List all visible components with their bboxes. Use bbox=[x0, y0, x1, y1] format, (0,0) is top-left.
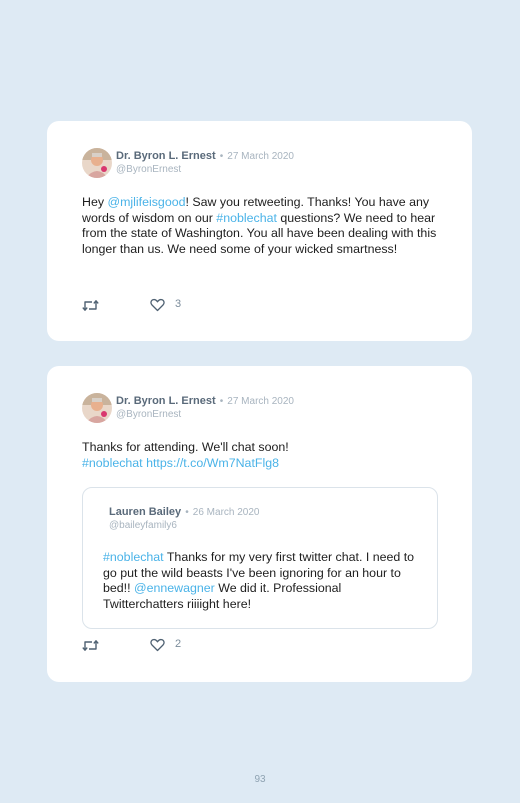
hashtag-link[interactable]: #noblechat bbox=[103, 550, 164, 564]
retweet-icon[interactable] bbox=[82, 298, 99, 318]
author-handle[interactable]: @ByronErnest bbox=[116, 164, 181, 175]
url-link[interactable]: https://t.co/Wm7NatFlg8 bbox=[146, 456, 279, 470]
author-handle[interactable]: @ByronErnest bbox=[116, 409, 181, 420]
tweet-date[interactable]: 27 March 2020 bbox=[227, 396, 294, 407]
author-name[interactable]: Dr. Byron L. Ernest bbox=[116, 150, 216, 162]
tweet-card: Dr. Byron L. Ernest • 27 March 2020 @Byr… bbox=[47, 121, 472, 341]
quoted-author-handle[interactable]: @baileyfamily6 bbox=[109, 520, 177, 531]
tweet-date[interactable]: 27 March 2020 bbox=[227, 151, 294, 162]
separator-dot: • bbox=[185, 507, 189, 518]
heart-icon[interactable] bbox=[150, 298, 165, 317]
text-line: Thanks for attending. We'll chat soon! bbox=[82, 440, 289, 454]
text-segment: Hey bbox=[82, 195, 108, 209]
avatar[interactable] bbox=[82, 148, 112, 178]
quoted-tweet-text: #noblechat Thanks for my very first twit… bbox=[103, 550, 418, 612]
retweet-icon[interactable] bbox=[82, 638, 99, 658]
like-count: 2 bbox=[175, 638, 182, 650]
tweet-card: Dr. Byron L. Ernest • 27 March 2020 @Byr… bbox=[47, 366, 472, 682]
hashtag-link[interactable]: #noblechat bbox=[82, 456, 143, 470]
heart-icon[interactable] bbox=[150, 638, 165, 657]
hashtag-link[interactable]: #noblechat bbox=[216, 211, 277, 225]
quoted-tweet-date[interactable]: 26 March 2020 bbox=[193, 507, 260, 518]
separator-dot: • bbox=[219, 396, 224, 407]
avatar[interactable] bbox=[82, 393, 112, 423]
page-number: 93 bbox=[254, 774, 266, 785]
tweet-text: Thanks for attending. We'll chat soon! #… bbox=[82, 440, 437, 471]
like-count: 3 bbox=[175, 298, 182, 310]
quoted-author-name[interactable]: Lauren Bailey bbox=[109, 506, 181, 518]
tweet-text: Hey @mjlifeisgood! Saw you retweeting. T… bbox=[82, 195, 437, 257]
author-name[interactable]: Dr. Byron L. Ernest bbox=[116, 395, 216, 407]
quoted-tweet[interactable]: Lauren Bailey • 26 March 2020 @baileyfam… bbox=[82, 487, 438, 629]
mention-link[interactable]: @ennewagner bbox=[134, 581, 215, 595]
separator-dot: • bbox=[219, 151, 224, 162]
mention-link[interactable]: @mjlifeisgood bbox=[107, 195, 185, 209]
